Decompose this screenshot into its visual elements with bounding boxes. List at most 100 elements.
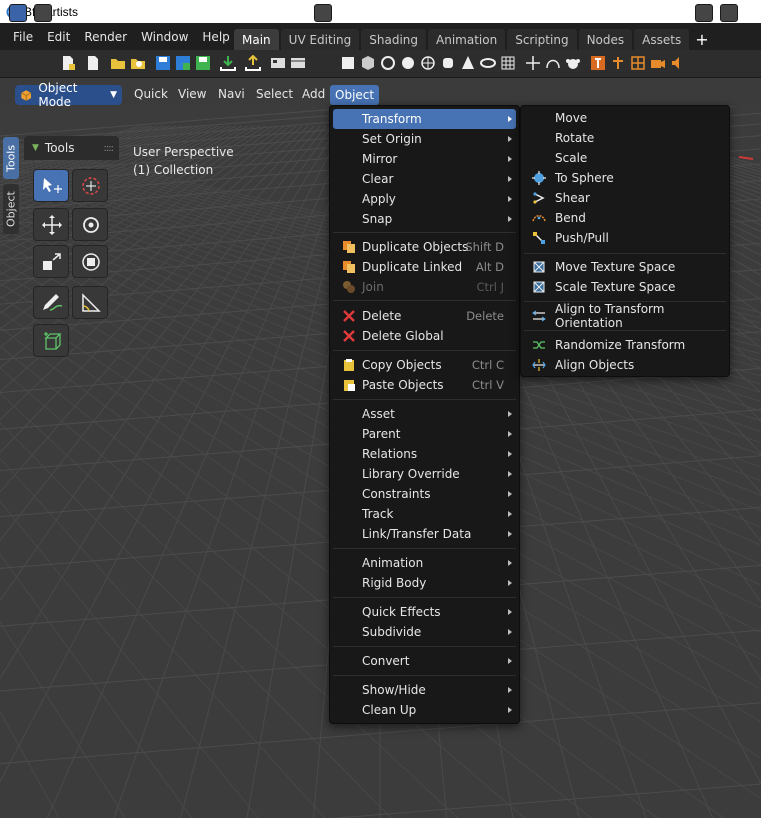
add-lattice-icon[interactable] (630, 55, 646, 71)
menu-item-duplicate-objects[interactable]: Duplicate Objects Shift D (333, 237, 516, 257)
menu-edit[interactable]: Edit (40, 30, 77, 44)
menu-item-copy-objects[interactable]: Copy Objects Ctrl C (333, 355, 516, 375)
header-menu-quick[interactable]: Quick (134, 87, 168, 101)
menu-item-subdivide[interactable]: Subdivide (333, 622, 516, 642)
menu-item-rigid-body[interactable]: Rigid Body (333, 573, 516, 593)
dropdown-chevron-icon[interactable] (695, 4, 713, 22)
add-workspace-button[interactable]: + (691, 29, 712, 50)
menu-item-move-texture-space[interactable]: Move Texture Space (524, 257, 726, 277)
add-speaker-icon[interactable] (670, 55, 686, 71)
menu-item-delete[interactable]: Delete Delete (333, 306, 516, 326)
drag-grip-icon[interactable]: :::: (104, 143, 115, 154)
menu-item-mirror[interactable]: Mirror (333, 149, 516, 169)
annotate-tool[interactable] (33, 286, 69, 319)
add-plane-icon[interactable] (340, 55, 356, 71)
header-menu-view[interactable]: View (178, 87, 206, 101)
menu-item-snap[interactable]: Snap (333, 209, 516, 229)
new-file-icon[interactable] (60, 55, 76, 71)
menu-item-move[interactable]: Move (524, 108, 726, 128)
dropdown-chevron-icon[interactable] (720, 4, 738, 22)
menu-item-scale[interactable]: Scale (524, 148, 726, 168)
menu-item-show-hide[interactable]: Show/Hide (333, 680, 516, 700)
measure-tool[interactable] (72, 286, 108, 319)
transform-tool[interactable] (72, 245, 108, 278)
tab-uv-editing[interactable]: UV Editing (280, 29, 360, 50)
add-grid-icon[interactable] (500, 55, 516, 71)
menu-item-relations[interactable]: Relations (333, 444, 516, 464)
menu-window[interactable]: Window (134, 30, 195, 44)
header-menu-select[interactable]: Select (256, 87, 293, 101)
tab-animation[interactable]: Animation (428, 29, 506, 50)
add-circle-icon[interactable] (380, 55, 396, 71)
select-tool[interactable] (33, 169, 69, 202)
recent-folder-icon[interactable] (130, 55, 146, 71)
rotate-tool[interactable] (72, 208, 108, 241)
menu-item-constraints[interactable]: Constraints (333, 484, 516, 504)
tab-nodes[interactable]: Nodes (578, 29, 633, 50)
menu-item-align-objects[interactable]: Align Objects (524, 355, 726, 375)
cursor-tool[interactable] (72, 169, 108, 202)
menu-item-randomize-transform[interactable]: Randomize Transform (524, 335, 726, 355)
menu-file[interactable]: File (6, 30, 40, 44)
menu-item-rotate[interactable]: Rotate (524, 128, 726, 148)
save-icon[interactable] (155, 55, 171, 71)
sidetab-object[interactable]: Object (3, 184, 19, 234)
menu-item-transform[interactable]: Transform (333, 109, 516, 129)
open-folder-icon[interactable] (110, 55, 126, 71)
menu-item-library-override[interactable]: Library Override (333, 464, 516, 484)
dropdown-chevron-icon[interactable] (34, 4, 52, 22)
tab-assets[interactable]: Assets (634, 29, 690, 50)
menu-item-push-pull[interactable]: Push/Pull (524, 228, 726, 248)
menu-item-join[interactable]: Join Ctrl J (333, 277, 516, 297)
tab-main[interactable]: Main (234, 29, 279, 50)
dropdown-chevron-icon[interactable] (9, 4, 27, 22)
scale-tool[interactable] (33, 245, 69, 278)
menu-render[interactable]: Render (77, 30, 134, 44)
add-armature-icon[interactable] (610, 55, 626, 71)
add-torus-icon[interactable] (480, 55, 496, 71)
tab-shading[interactable]: Shading (361, 29, 427, 50)
menu-item-animation[interactable]: Animation (333, 553, 516, 573)
menu-item-shear[interactable]: Shear (524, 188, 726, 208)
menu-item-scale-texture-space[interactable]: Scale Texture Space (524, 277, 726, 297)
move-tool[interactable] (33, 208, 69, 241)
tools-panel-header[interactable]: ▼ Tools :::: (24, 136, 119, 160)
add-camera-icon[interactable] (650, 55, 666, 71)
menu-item-apply[interactable]: Apply (333, 189, 516, 209)
add-curve-icon[interactable] (545, 55, 561, 71)
header-menu-object[interactable]: Object (330, 85, 380, 105)
menu-item-paste-objects[interactable]: Paste Objects Ctrl V (333, 375, 516, 395)
add-monkey-icon[interactable] (565, 55, 581, 71)
menu-item-quick-effects[interactable]: Quick Effects (333, 602, 516, 622)
header-menu-navi[interactable]: Navi (218, 87, 245, 101)
menu-item-clean-up[interactable]: Clean Up (333, 700, 516, 720)
menu-item-parent[interactable]: Parent (333, 424, 516, 444)
dropdown-chevron-icon[interactable] (314, 4, 332, 22)
sidetab-tools[interactable]: Tools (3, 137, 19, 179)
tab-scripting[interactable]: Scripting (507, 29, 577, 50)
add-ico-sphere-icon[interactable] (420, 55, 436, 71)
menu-item-clear[interactable]: Clear (333, 169, 516, 189)
menu-item-convert[interactable]: Convert (333, 651, 516, 671)
render-image-icon[interactable] (270, 55, 286, 71)
menu-item-set-origin[interactable]: Set Origin (333, 129, 516, 149)
menu-item-track[interactable]: Track (333, 504, 516, 524)
add-cube-tool[interactable] (33, 324, 69, 357)
menu-item-link-transfer-data[interactable]: Link/Transfer Data (333, 524, 516, 544)
menu-help[interactable]: Help (195, 30, 236, 44)
file-icon[interactable] (85, 55, 101, 71)
add-text-icon[interactable] (590, 55, 606, 71)
export-icon[interactable] (245, 55, 261, 71)
save-copy-icon[interactable] (195, 55, 211, 71)
add-cone-icon[interactable] (460, 55, 476, 71)
menu-item-duplicate-linked[interactable]: Duplicate Linked Alt D (333, 257, 516, 277)
menu-item-bend[interactable]: Bend (524, 208, 726, 228)
render-animation-icon[interactable] (290, 55, 306, 71)
add-uv-sphere-icon[interactable] (400, 55, 416, 71)
header-menu-add[interactable]: Add (302, 87, 325, 101)
add-empty-icon[interactable] (525, 55, 541, 71)
menu-item-delete-global[interactable]: Delete Global (333, 326, 516, 346)
menu-item-align-orientation[interactable]: Align to Transform Orientation (524, 302, 726, 330)
add-cylinder-icon[interactable] (440, 55, 456, 71)
object-mode-dropdown[interactable]: Object Mode ▼ (15, 81, 122, 109)
